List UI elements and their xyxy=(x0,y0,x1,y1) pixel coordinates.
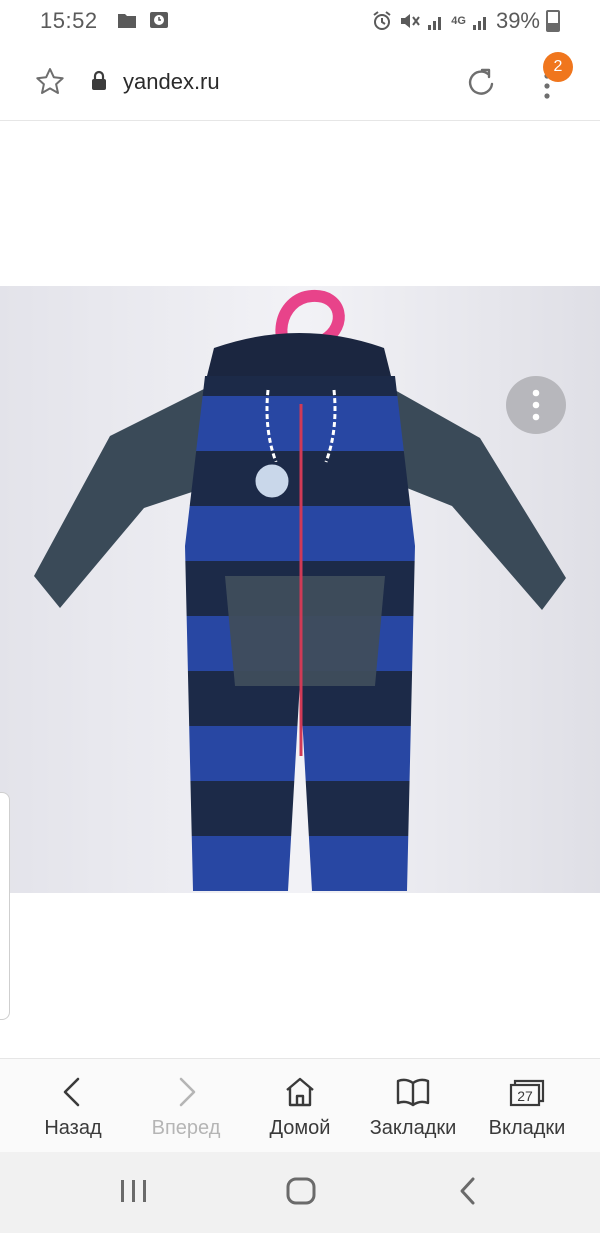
tabs-count-badge[interactable]: 2 xyxy=(543,52,573,82)
network-type: 4G xyxy=(451,15,466,27)
nav-tabs-button[interactable]: 27 Вкладки xyxy=(472,1059,582,1153)
reload-icon[interactable] xyxy=(462,64,498,100)
status-time: 15:52 xyxy=(40,8,98,33)
home-system-icon[interactable] xyxy=(284,1176,318,1206)
notification-icons xyxy=(116,10,176,35)
signal-icon xyxy=(428,17,442,30)
battery-percent: 39% xyxy=(495,8,540,33)
nav-forward-button[interactable]: Вперед xyxy=(131,1059,241,1153)
tabs-icon: 27 xyxy=(509,1079,545,1107)
image-options-button[interactable] xyxy=(506,376,566,434)
back-arrow-icon xyxy=(63,1077,80,1107)
bookmarks-icon xyxy=(396,1078,430,1107)
battery-icon xyxy=(546,10,560,32)
forward-arrow-icon xyxy=(179,1077,196,1107)
system-back-icon[interactable] xyxy=(454,1176,482,1206)
url-text[interactable]: yandex.ru xyxy=(123,69,220,95)
alarm-icon xyxy=(373,11,391,30)
edge-panel-handle[interactable] xyxy=(0,792,10,1020)
home-icon xyxy=(286,1077,314,1107)
nav-back-button[interactable]: Назад xyxy=(18,1059,128,1153)
status-bar: 15:52 4G 39% xyxy=(0,0,600,40)
mute-icon xyxy=(401,14,421,28)
signal-icon-2 xyxy=(472,17,486,30)
recent-apps-icon[interactable] xyxy=(118,1178,150,1206)
browser-bottom-nav: Назад Вперед Домой Закладки 27 Вкладки xyxy=(0,1058,600,1153)
address-bar: yandex.ru 2 xyxy=(0,40,600,121)
nav-tabs-label: Вкладки xyxy=(488,1117,566,1139)
nav-forward-label: Вперед xyxy=(151,1117,221,1139)
nav-home-label: Домой xyxy=(269,1117,331,1139)
more-vertical-icon xyxy=(532,389,540,421)
nav-bookmarks-label: Закладки xyxy=(369,1117,457,1139)
folder-icon xyxy=(118,12,168,28)
lock-icon xyxy=(92,70,106,90)
status-right: 4G 39% xyxy=(371,8,560,34)
tabs-count: 27 xyxy=(517,1088,533,1104)
nav-home-button[interactable]: Домой xyxy=(245,1059,355,1153)
nav-back-label: Назад xyxy=(44,1117,102,1139)
system-navigation-bar xyxy=(0,1152,600,1233)
bookmark-star-icon[interactable] xyxy=(34,66,66,98)
nav-bookmarks-button[interactable]: Закладки xyxy=(358,1059,468,1153)
